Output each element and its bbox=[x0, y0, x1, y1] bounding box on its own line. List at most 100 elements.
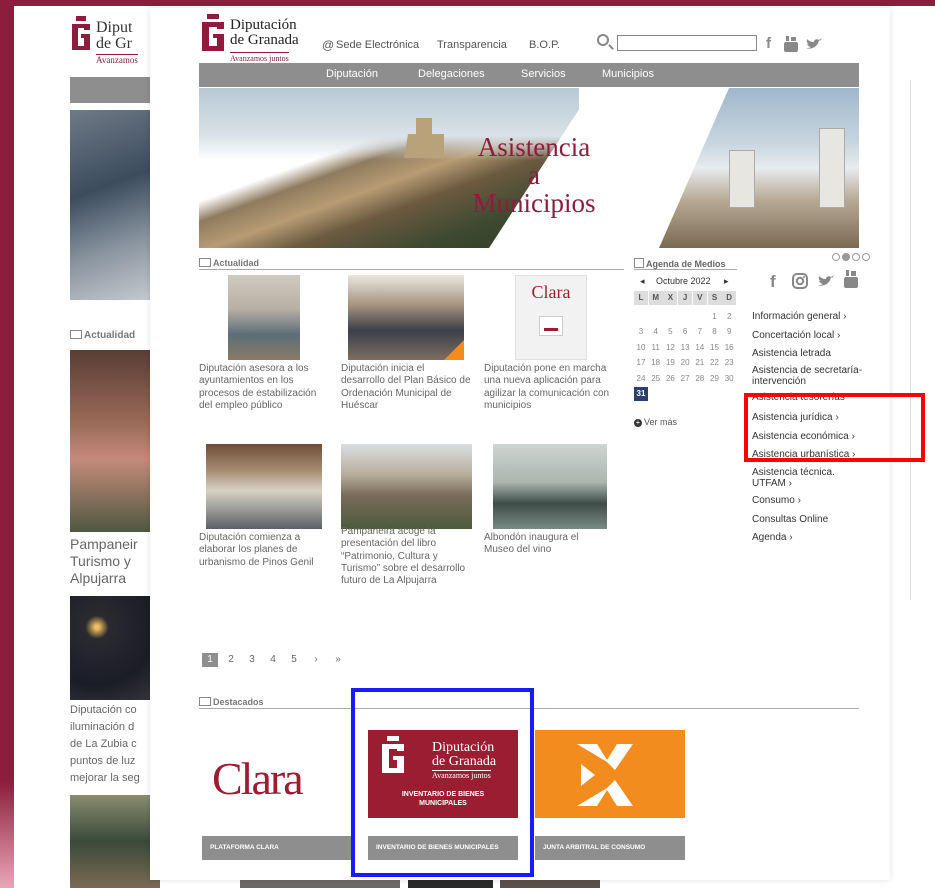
logo-line-1[interactable]: Diputación bbox=[230, 18, 297, 33]
page-last[interactable]: » bbox=[330, 653, 346, 667]
calendar-day[interactable]: 5 bbox=[663, 325, 677, 339]
destacado-plataforma-clara[interactable]: Clara PLATAFORMA CLARA bbox=[202, 730, 352, 860]
nav-item-servicios[interactable]: Servicios bbox=[521, 68, 566, 80]
banner-chimney bbox=[729, 150, 755, 208]
background-news-text[interactable]: Diputación co iluminación d de La Zubia … bbox=[70, 702, 160, 788]
calendar-day[interactable]: 10 bbox=[634, 341, 648, 355]
calendar-day[interactable]: 28 bbox=[693, 372, 707, 386]
logo-line-2[interactable]: de Granada bbox=[230, 33, 299, 48]
news-photo-3[interactable]: Clara bbox=[515, 275, 587, 360]
news-photo-2[interactable] bbox=[348, 275, 464, 360]
calendar-day[interactable]: 11 bbox=[649, 341, 663, 355]
instagram-icon[interactable] bbox=[792, 273, 808, 289]
carousel-dot[interactable] bbox=[832, 253, 840, 261]
sidebar-link-concertacion-local[interactable]: Concertación local › bbox=[752, 330, 877, 341]
search-icon[interactable] bbox=[597, 34, 609, 46]
sidebar-link-asistencia-secretaria[interactable]: Asistencia de secretaría- intervención bbox=[752, 365, 877, 387]
sidebar-link-asistencia-tecnica[interactable]: Asistencia técnica. UTFAM › bbox=[752, 467, 877, 489]
calendar-day[interactable]: 22 bbox=[708, 356, 722, 370]
newspaper-icon bbox=[199, 258, 211, 267]
calendar-day[interactable]: 7 bbox=[693, 325, 707, 339]
sidebar-link-consumo[interactable]: Consumo › bbox=[752, 495, 877, 506]
news-photo-4[interactable] bbox=[206, 444, 322, 529]
calendar-day[interactable]: 14 bbox=[693, 341, 707, 355]
sidebar-link-agenda[interactable]: Agenda › bbox=[752, 532, 877, 543]
news-caption-4[interactable]: Diputación comienza a elaborar los plane… bbox=[199, 532, 324, 569]
page-3[interactable]: 3 bbox=[244, 653, 260, 667]
calendar-day-name: X bbox=[663, 291, 678, 305]
calendar-day[interactable]: 21 bbox=[693, 356, 707, 370]
calendar-day[interactable]: 12 bbox=[663, 341, 677, 355]
page-next[interactable]: › bbox=[308, 653, 324, 667]
background-banner-photo bbox=[70, 110, 160, 300]
twitter-icon[interactable] bbox=[818, 275, 834, 287]
calendar-day[interactable]: 8 bbox=[708, 325, 722, 339]
news-photo-1[interactable] bbox=[228, 275, 300, 360]
calendar-day[interactable]: 3 bbox=[634, 325, 648, 339]
calendar-day[interactable]: 19 bbox=[663, 356, 677, 370]
news-caption-3[interactable]: Diputación pone en marcha una nueva apli… bbox=[484, 363, 619, 412]
calendar-day[interactable]: 1 bbox=[708, 310, 722, 324]
sidebar-link-consultas-online[interactable]: Consultas Online bbox=[752, 514, 877, 525]
nav-item-diputacion[interactable]: Diputación bbox=[326, 68, 378, 80]
news-caption-2[interactable]: Diputación inicia el desarrollo del Plan… bbox=[341, 363, 471, 412]
destacado-junta-arbitral[interactable]: JUNTA ARBITRAL DE CONSUMO bbox=[535, 730, 685, 860]
calendar-day-today[interactable]: 31 bbox=[634, 387, 648, 401]
sidebar-link-asistencia-letrada[interactable]: Asistencia letrada bbox=[752, 348, 877, 359]
carousel-dot[interactable] bbox=[862, 253, 870, 261]
calendar-day[interactable]: 2 bbox=[722, 310, 736, 324]
hero-banner[interactable]: Asistencia a Municipios bbox=[199, 88, 859, 248]
news-caption-5[interactable]: Pampaneira acoge la presentación del lib… bbox=[341, 526, 476, 587]
carousel-dot[interactable] bbox=[852, 253, 860, 261]
newspaper-icon bbox=[199, 697, 211, 706]
carousel-dot-active[interactable] bbox=[842, 253, 850, 261]
news-photo-6[interactable] bbox=[493, 444, 607, 529]
sidebar-link-informacion-general[interactable]: Información general › bbox=[752, 311, 877, 322]
calendar-day[interactable]: 24 bbox=[634, 372, 648, 386]
twitter-icon[interactable] bbox=[806, 38, 822, 50]
calendar-day[interactable]: 26 bbox=[663, 372, 677, 386]
calendar-day[interactable]: 17 bbox=[634, 356, 648, 370]
banner-chimney bbox=[819, 128, 845, 208]
calendar-prev-icon[interactable]: ◂ bbox=[640, 276, 645, 287]
page-4[interactable]: 4 bbox=[265, 653, 281, 667]
calendar-day[interactable]: 29 bbox=[708, 372, 722, 386]
calendar-day[interactable]: 23 bbox=[722, 356, 736, 370]
link-transparencia[interactable]: Transparencia bbox=[437, 39, 507, 51]
calendar-day[interactable]: 9 bbox=[722, 325, 736, 339]
youtube-icon[interactable] bbox=[784, 36, 798, 52]
calendar-day[interactable]: 16 bbox=[722, 341, 736, 355]
calendar-day[interactable]: 15 bbox=[708, 341, 722, 355]
link-bop[interactable]: B.O.P. bbox=[529, 39, 560, 51]
background-news-photo[interactable] bbox=[70, 350, 160, 532]
nav-item-municipios[interactable]: Municipios bbox=[602, 68, 654, 80]
search-input[interactable] bbox=[617, 35, 757, 51]
calendar-day[interactable]: 20 bbox=[678, 356, 692, 370]
facebook-icon[interactable]: f bbox=[766, 35, 771, 52]
background-news-headline[interactable]: Pampaneir Turismo y Alpujarra bbox=[70, 536, 160, 586]
news-caption-1[interactable]: Diputación asesora a los ayuntamientos e… bbox=[199, 363, 319, 412]
calendar-day[interactable]: 18 bbox=[649, 356, 663, 370]
facebook-icon[interactable]: f bbox=[770, 272, 776, 292]
news-caption-6[interactable]: Albondón inaugura el Museo del vino bbox=[484, 532, 609, 557]
calendar-day[interactable]: 13 bbox=[678, 341, 692, 355]
news-photo-5[interactable] bbox=[341, 444, 472, 529]
page-5[interactable]: 5 bbox=[286, 653, 302, 667]
calendar-day[interactable]: 30 bbox=[722, 372, 736, 386]
diputacion-logo-icon[interactable] bbox=[200, 14, 226, 54]
ver-mas-link[interactable]: + Ver más bbox=[634, 417, 677, 427]
calendar-day[interactable]: 27 bbox=[678, 372, 692, 386]
calendar-next-icon[interactable]: ▸ bbox=[724, 276, 729, 287]
logo-tagline: Avanzamos juntos bbox=[230, 52, 289, 63]
calendar-day[interactable]: 4 bbox=[649, 325, 663, 339]
youtube-icon[interactable] bbox=[844, 270, 858, 288]
calendar-day[interactable]: 6 bbox=[678, 325, 692, 339]
calendar-day[interactable]: 25 bbox=[649, 372, 663, 386]
background-news-photo-people[interactable] bbox=[70, 795, 160, 888]
link-sede-electronica[interactable]: Sede Electrónica bbox=[336, 39, 419, 51]
background-news-photo-night[interactable] bbox=[70, 596, 160, 700]
nav-item-delegaciones[interactable]: Delegaciones bbox=[418, 68, 485, 80]
page-1[interactable]: 1 bbox=[202, 653, 218, 667]
carousel-dots bbox=[830, 248, 870, 266]
page-2[interactable]: 2 bbox=[223, 653, 239, 667]
